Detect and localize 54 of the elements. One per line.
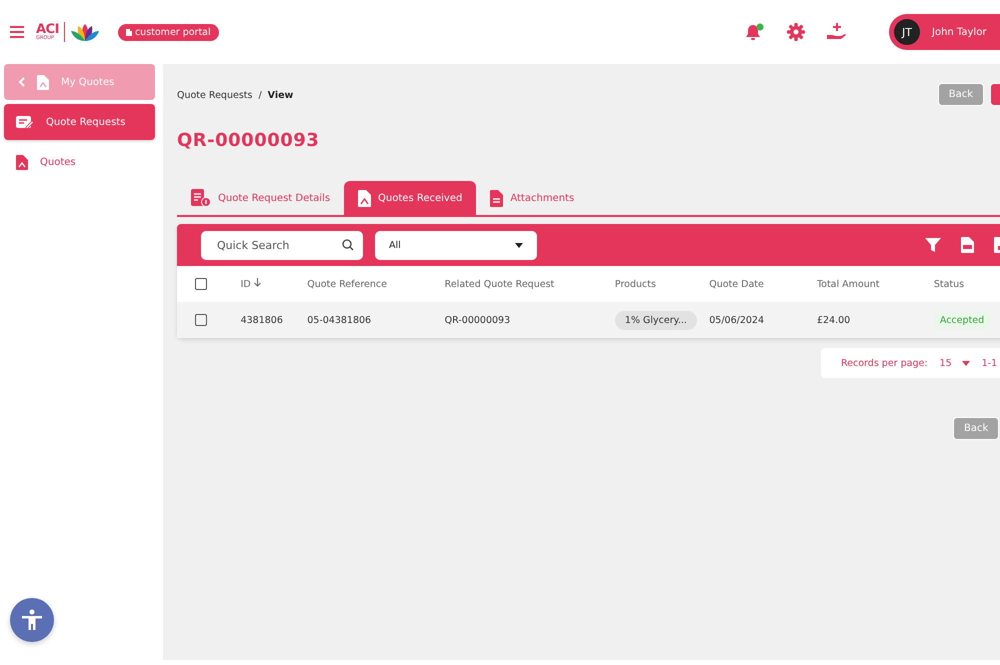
logo-text: ACI xyxy=(36,23,59,36)
document-info-icon xyxy=(191,189,211,207)
sidebar-item[interactable]: Quotes xyxy=(4,144,155,180)
document-icon xyxy=(16,154,28,170)
user-menu[interactable]: JT John Taylor xyxy=(889,14,1000,50)
column-header[interactable]: ID xyxy=(240,279,251,290)
table-cell: QR-00000093 xyxy=(444,314,510,326)
document-icon xyxy=(37,74,49,90)
csv-file-icon[interactable] xyxy=(961,237,974,253)
column-header[interactable]: Quote Reference xyxy=(307,278,387,290)
table-cell: £24.00 xyxy=(816,314,850,326)
accessibility-button[interactable] xyxy=(10,598,54,642)
tab[interactable]: Attachments xyxy=(476,181,588,215)
menu-icon[interactable] xyxy=(10,26,24,38)
edit-note-icon xyxy=(16,115,34,129)
lotus-logo-icon xyxy=(70,22,100,42)
product-chip: 1% Glycery... xyxy=(614,310,697,330)
user-name: John Taylor xyxy=(932,26,986,38)
breadcrumb-link[interactable]: Quote Requests xyxy=(177,90,252,100)
caret-icon xyxy=(962,360,970,366)
tab[interactable]: Quote Request Details xyxy=(177,181,344,215)
chevron-left-icon xyxy=(18,77,25,87)
breadcrumb-separator: / xyxy=(258,90,262,100)
document-icon xyxy=(358,190,372,206)
document-icon xyxy=(490,190,504,206)
hand-plus-icon[interactable] xyxy=(827,23,847,41)
page-range: 1-1 xyxy=(982,358,998,368)
checkbox[interactable] xyxy=(195,278,207,290)
per-page-dropdown[interactable]: 15 xyxy=(940,358,970,368)
filter-dropdown[interactable]: All xyxy=(375,230,537,260)
search-icon xyxy=(342,238,354,250)
breadcrumb-current: View xyxy=(268,90,294,100)
column-header[interactable]: Quote Date xyxy=(709,278,764,290)
column-header[interactable]: Total Amount xyxy=(816,278,880,290)
records-per-page-label: Records per page: xyxy=(841,358,928,368)
notification-bell-icon[interactable] xyxy=(745,23,765,41)
portal-badge: customer portal xyxy=(118,24,219,40)
accessibility-icon xyxy=(21,609,43,631)
user-avatar: JT xyxy=(894,19,920,45)
search-field[interactable]: Quick Search xyxy=(201,230,363,260)
checkbox[interactable] xyxy=(195,314,207,326)
page-title: QR-00000093 xyxy=(177,130,320,151)
column-header[interactable]: Products xyxy=(614,278,656,290)
caret-icon xyxy=(515,242,523,248)
status-badge: Accepted xyxy=(934,312,990,328)
table-cell: 05/06/2024 xyxy=(709,314,764,326)
tab[interactable]: Quotes Received xyxy=(344,181,476,215)
filter-icon[interactable] xyxy=(925,238,941,252)
table-cell: 4381806 xyxy=(240,314,283,326)
settings-icon[interactable] xyxy=(787,23,805,41)
column-header[interactable]: Related Quote Request xyxy=(444,278,554,290)
sidebar-item[interactable]: Quote Requests xyxy=(4,104,155,140)
table-cell: 05-04381806 xyxy=(307,314,372,326)
column-header[interactable]: Status xyxy=(934,278,964,290)
